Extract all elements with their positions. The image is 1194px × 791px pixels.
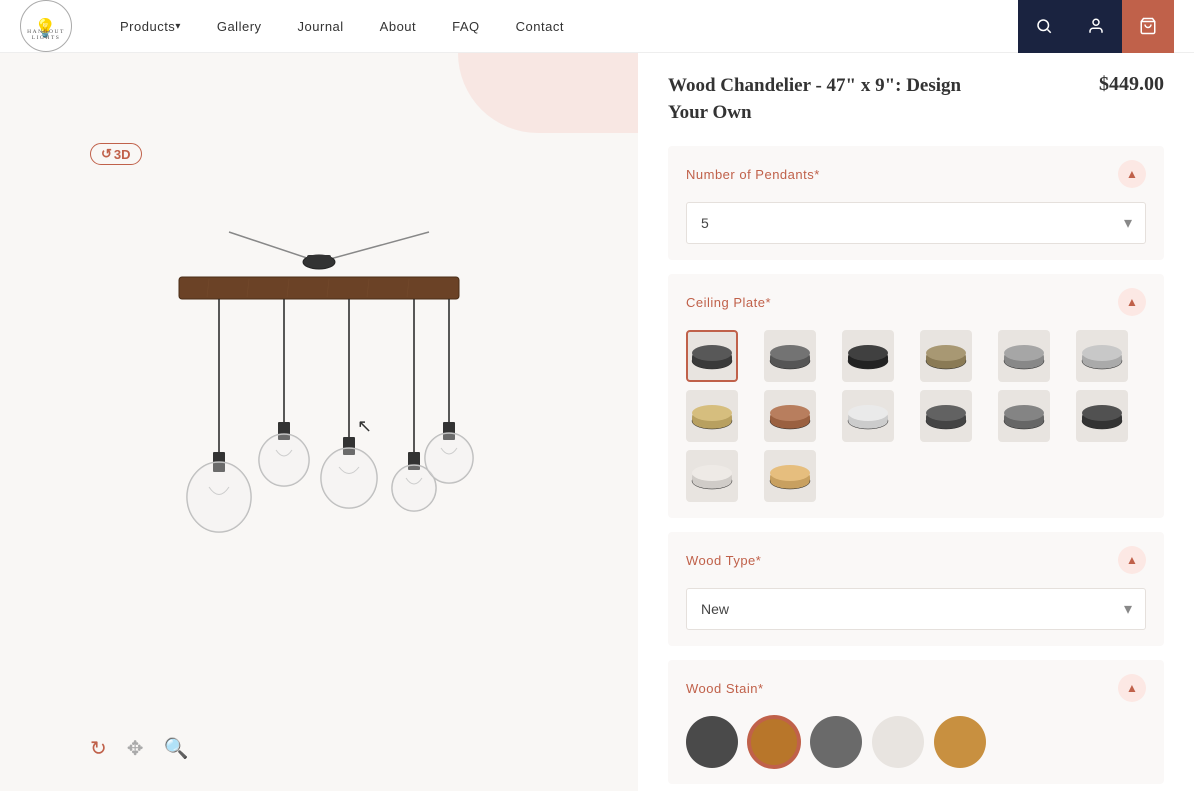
product-title-row: Wood Chandelier - 47" x 9": Design Your … <box>668 73 1164 126</box>
plate-item-13[interactable] <box>686 450 738 502</box>
bg-decoration <box>458 53 638 133</box>
nav-about[interactable]: About <box>362 0 434 53</box>
stain-swatch-5[interactable] <box>934 716 986 768</box>
chandelier-viewer: ↖ <box>109 212 529 632</box>
pendants-select-wrapper: 1 2 3 4 5 6 7 8 <box>686 202 1146 244</box>
account-button[interactable] <box>1070 0 1122 53</box>
stain-swatch-4[interactable] <box>872 716 924 768</box>
header: 💡 HANGOUT LIGHTS Products Gallery Journa… <box>0 0 1194 53</box>
pendants-collapse-button[interactable]: ▲ <box>1118 160 1146 188</box>
svg-text:↖: ↖ <box>357 416 372 436</box>
pendants-label: Number of Pendants* <box>686 167 820 182</box>
wood-type-select[interactable]: New Standard Premium Reclaimed <box>686 588 1146 630</box>
wood-type-body: New Standard Premium Reclaimed <box>668 588 1164 646</box>
pendants-header[interactable]: Number of Pendants* ▲ <box>668 146 1164 202</box>
stain-swatch-2[interactable] <box>748 716 800 768</box>
wood-type-collapse-button[interactable]: ▲ <box>1118 546 1146 574</box>
cart-button[interactable] <box>1122 0 1174 53</box>
ceiling-plate-header[interactable]: Ceiling Plate* ▲ <box>668 274 1164 330</box>
main-content: ↺ 3D <box>0 53 1194 791</box>
search-button[interactable] <box>1018 0 1070 53</box>
move-control[interactable]: ✥ <box>127 736 144 761</box>
pendants-select[interactable]: 1 2 3 4 5 6 7 8 <box>686 202 1146 244</box>
wood-stain-section: Wood Stain* ▲ <box>668 660 1164 784</box>
stain-swatch-3[interactable] <box>810 716 862 768</box>
header-icons <box>1018 0 1174 53</box>
wood-type-section: Wood Type* ▲ New Standard Premium Reclai… <box>668 532 1164 646</box>
ceiling-plate-collapse-button[interactable]: ▲ <box>1118 288 1146 316</box>
cart-icon <box>1139 17 1157 35</box>
chandelier-svg: ↖ <box>109 222 529 622</box>
product-panel: Wood Chandelier - 47" x 9": Design Your … <box>638 53 1194 791</box>
search-icon <box>1035 17 1053 35</box>
viewer-controls: ↻ ✥ 🔍 <box>90 736 188 761</box>
plate-item-1[interactable] <box>686 330 738 382</box>
rotate-control[interactable]: ↻ <box>90 736 107 761</box>
wood-stain-label: Wood Stain* <box>686 681 764 696</box>
3d-badge[interactable]: ↺ 3D <box>90 143 142 165</box>
plate-item-8[interactable] <box>764 390 816 442</box>
plate-item-10[interactable] <box>920 390 972 442</box>
plate-item-4[interactable] <box>920 330 972 382</box>
pendants-body: 1 2 3 4 5 6 7 8 <box>668 202 1164 260</box>
plate-item-2[interactable] <box>764 330 816 382</box>
nav-faq[interactable]: FAQ <box>434 0 498 53</box>
3d-icon: ↺ <box>101 146 112 162</box>
plate-item-5[interactable] <box>998 330 1050 382</box>
nav-journal[interactable]: Journal <box>280 0 362 53</box>
plate-item-14[interactable] <box>764 450 816 502</box>
ceiling-plate-body <box>668 330 1164 518</box>
main-nav: Products Gallery Journal About FAQ Conta… <box>102 0 1018 53</box>
plate-item-3[interactable] <box>842 330 894 382</box>
pendants-section: Number of Pendants* ▲ 1 2 3 4 5 6 7 8 <box>668 146 1164 260</box>
wood-stain-grid <box>686 716 1146 768</box>
product-title: Wood Chandelier - 47" x 9": Design Your … <box>668 73 968 126</box>
plate-item-6[interactable] <box>1076 330 1128 382</box>
logo[interactable]: 💡 HANGOUT LIGHTS <box>20 0 72 52</box>
3d-badge-text: ↺ 3D <box>90 143 142 165</box>
stain-swatch-1[interactable] <box>686 716 738 768</box>
viewer-panel: ↺ 3D <box>0 53 638 791</box>
user-icon <box>1087 17 1105 35</box>
plate-item-9[interactable] <box>842 390 894 442</box>
zoom-control[interactable]: 🔍 <box>164 736 189 761</box>
plate-grid <box>686 330 1146 502</box>
wood-stain-collapse-button[interactable]: ▲ <box>1118 674 1146 702</box>
nav-gallery[interactable]: Gallery <box>199 0 280 53</box>
plate-item-7[interactable] <box>686 390 738 442</box>
wood-type-label: Wood Type* <box>686 553 761 568</box>
wood-type-header[interactable]: Wood Type* ▲ <box>668 532 1164 588</box>
wood-stain-header[interactable]: Wood Stain* ▲ <box>668 660 1164 716</box>
wood-type-select-wrapper: New Standard Premium Reclaimed <box>686 588 1146 630</box>
nav-contact[interactable]: Contact <box>498 0 582 53</box>
ceiling-plate-label: Ceiling Plate* <box>686 295 771 310</box>
wood-stain-body <box>668 716 1164 784</box>
nav-products[interactable]: Products <box>102 0 199 53</box>
product-price: $449.00 <box>1099 73 1164 96</box>
plate-item-12[interactable] <box>1076 390 1128 442</box>
ceiling-plate-section: Ceiling Plate* ▲ <box>668 274 1164 518</box>
plate-item-11[interactable] <box>998 390 1050 442</box>
